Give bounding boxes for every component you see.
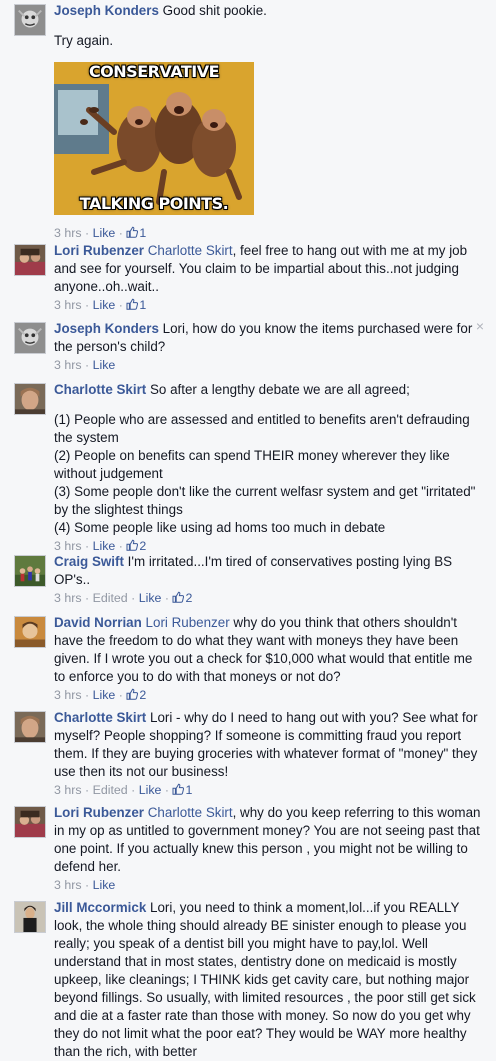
avatar[interactable]: [14, 244, 46, 276]
comment-author[interactable]: Jill Mccormick: [54, 900, 146, 915]
mention-link[interactable]: Charlotte Skirt: [148, 805, 233, 820]
like-count[interactable]: 1: [139, 298, 146, 312]
comment-time[interactable]: 3 hrs: [54, 591, 82, 605]
meme-caption-bottom: TALKING POINTS.: [79, 194, 229, 213]
thumbs-up-icon: [126, 298, 138, 310]
comment-time[interactable]: 3 hrs: [54, 539, 82, 553]
comment-text: (3) Some people don't like the current w…: [54, 484, 476, 517]
comment-time[interactable]: 3 hrs: [54, 783, 82, 797]
comment-author[interactable]: Lori Rubenzer: [54, 805, 144, 820]
comment-time[interactable]: 3 hrs: [54, 298, 82, 312]
avatar[interactable]: [14, 322, 46, 354]
avatar[interactable]: [14, 806, 46, 838]
comment-text: (2) People on benefits can spend THEIR m…: [54, 448, 450, 481]
edited-label[interactable]: Edited: [93, 783, 128, 797]
mention-link[interactable]: Charlotte Skirt: [148, 243, 233, 258]
comment-time[interactable]: 3 hrs: [54, 688, 82, 702]
like-link[interactable]: Like: [93, 878, 116, 892]
comment-meta: 3 hrs · Like: [54, 878, 116, 892]
comment-time[interactable]: 3 hrs: [54, 878, 82, 892]
meme-image[interactable]: CONSERVATIVE TALKING POINTS.: [54, 62, 254, 215]
avatar[interactable]: [14, 616, 46, 648]
like-count[interactable]: 1: [139, 226, 146, 240]
comment-meta: 3 hrs · Like · 1: [54, 226, 147, 240]
like-link[interactable]: Like: [93, 688, 116, 702]
comment-text: So after a lengthy debate we are all agr…: [150, 382, 410, 397]
mention-link[interactable]: Lori Rubenzer: [146, 615, 230, 630]
like-count[interactable]: 2: [139, 539, 146, 553]
comment-author[interactable]: Lori Rubenzer: [54, 243, 144, 258]
comment-meta: 3 hrs · Like: [54, 358, 116, 372]
like-link[interactable]: Like: [93, 539, 116, 553]
comment-time[interactable]: 3 hrs: [54, 226, 82, 240]
comment-author[interactable]: Charlotte Skirt: [54, 710, 146, 725]
like-link[interactable]: Like: [93, 358, 116, 372]
thumbs-up-icon: [172, 783, 184, 795]
meme-caption-top: CONSERVATIVE: [88, 62, 220, 81]
thumbs-up-icon: [172, 591, 184, 603]
comment-meta: 3 hrs · Edited · Like · 1: [54, 783, 193, 797]
comment-text: Good shit pookie.: [162, 3, 267, 18]
like-link[interactable]: Like: [139, 591, 162, 605]
comment-author[interactable]: Joseph Konders: [54, 3, 159, 18]
edited-label[interactable]: Edited: [93, 591, 128, 605]
comment-text: Lori, you need to think a moment,lol...i…: [54, 900, 476, 1059]
avatar[interactable]: [14, 901, 46, 933]
comment-text: Try again.: [54, 33, 114, 48]
comment-time[interactable]: 3 hrs: [54, 358, 82, 372]
like-count[interactable]: 1: [185, 783, 192, 797]
avatar[interactable]: [14, 383, 46, 415]
comment-text: (4) Some people like using ad homs too m…: [54, 520, 386, 535]
like-count[interactable]: 2: [185, 591, 192, 605]
comment-meta: 3 hrs · Like · 2: [54, 688, 147, 702]
avatar[interactable]: [14, 555, 46, 587]
thumbs-up-icon: [126, 539, 138, 551]
comment-text: (1) People who are assessed and entitled…: [54, 412, 470, 445]
avatar[interactable]: [14, 4, 46, 36]
thumbs-up-icon: [126, 688, 138, 700]
thumbs-up-icon: [126, 226, 138, 238]
comment-author[interactable]: David Norrian: [54, 615, 142, 630]
like-link[interactable]: Like: [93, 226, 116, 240]
like-link[interactable]: Like: [139, 783, 162, 797]
comment-author[interactable]: Charlotte Skirt: [54, 382, 146, 397]
comment-author[interactable]: Craig Swift: [54, 554, 124, 569]
comment-meta: 3 hrs · Like · 1: [54, 298, 147, 312]
avatar[interactable]: [14, 711, 46, 743]
like-link[interactable]: Like: [93, 298, 116, 312]
monkeys-image: [54, 62, 254, 215]
comment-author[interactable]: Joseph Konders: [54, 321, 159, 336]
like-count[interactable]: 2: [139, 688, 146, 702]
comment-meta: 3 hrs · Edited · Like · 2: [54, 591, 193, 605]
